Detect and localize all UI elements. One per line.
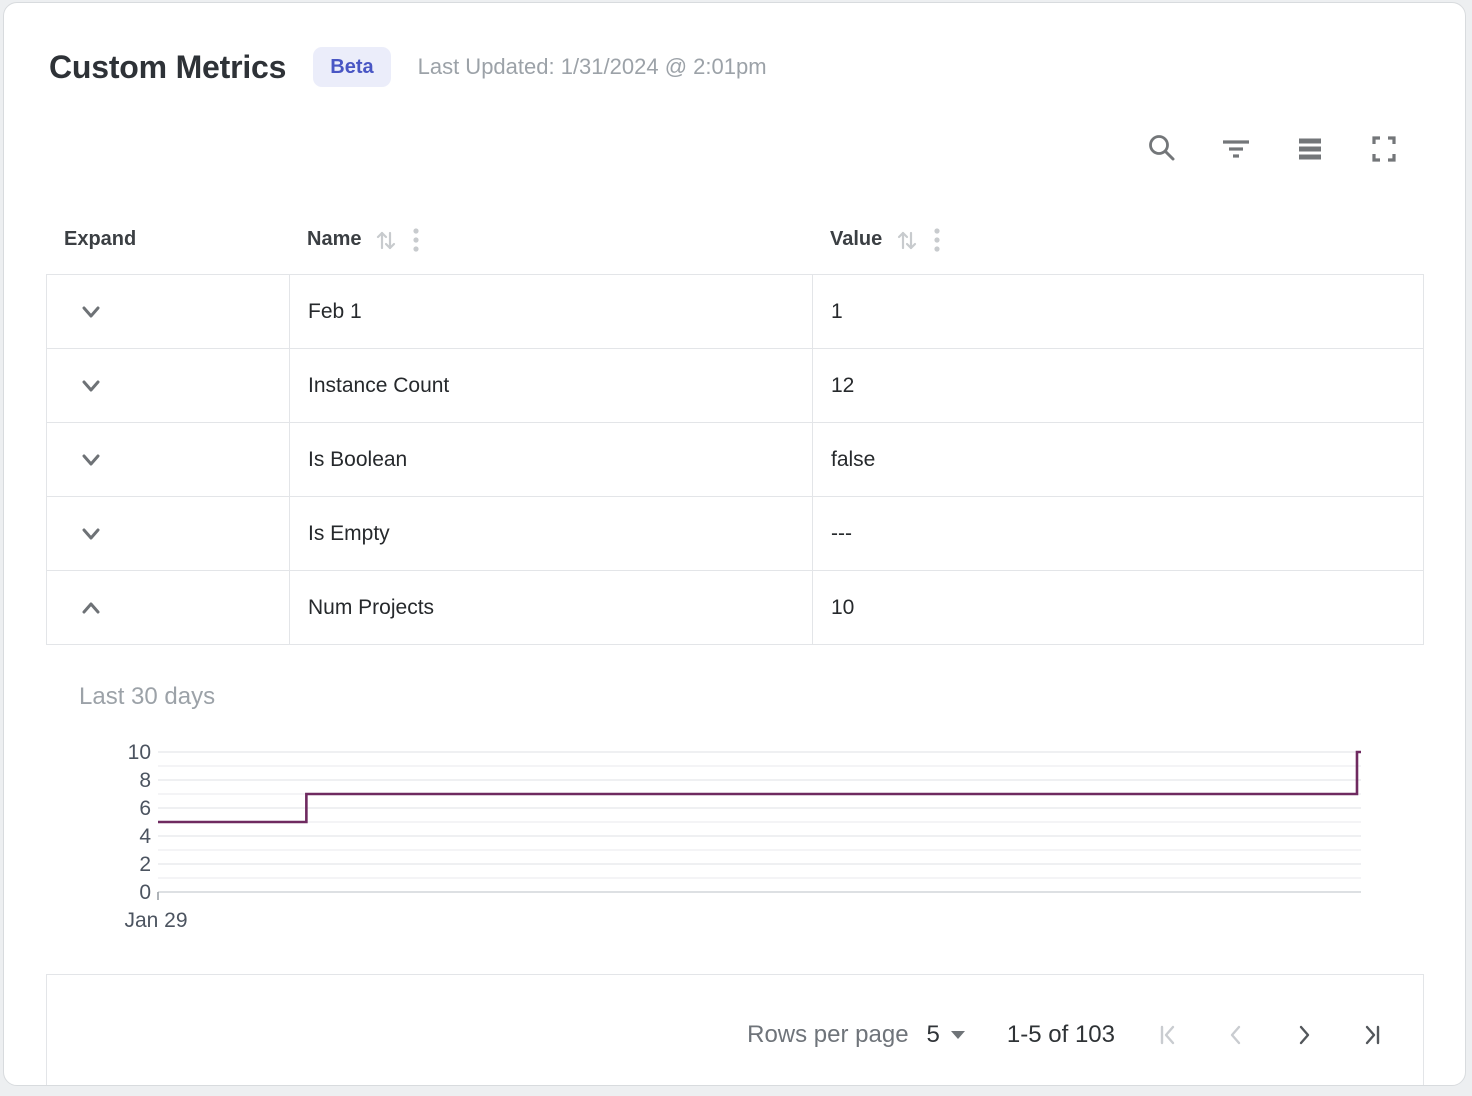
metric-name: Instance Count [308, 374, 449, 398]
pagination-range: 1-5 of 103 [1007, 1021, 1115, 1049]
expand-cell [47, 571, 290, 644]
value-cell: 12 [813, 349, 1423, 422]
kebab-menu-icon [932, 226, 942, 254]
chevron-up-icon [76, 593, 106, 623]
custom-metrics-card: Custom Metrics Beta Last Updated: 1/31/2… [3, 2, 1466, 1086]
expand-cell [47, 423, 290, 496]
metric-name: Is Empty [308, 522, 390, 546]
metric-value: 10 [831, 596, 854, 620]
expand-row-button[interactable] [71, 514, 111, 554]
table-body: Feb 1 1 Instance Count 12 [46, 274, 1424, 645]
sort-value-button[interactable] [895, 226, 919, 254]
kebab-menu-icon [411, 226, 421, 254]
svg-text:6: 6 [139, 797, 151, 820]
density-button[interactable] [1293, 131, 1327, 167]
column-header-value[interactable]: Value [812, 226, 1424, 254]
density-icon [1293, 132, 1327, 166]
first-page-icon [1154, 1021, 1182, 1049]
first-page-button[interactable] [1153, 1020, 1183, 1050]
table-row: Is Boolean false [47, 422, 1423, 496]
sort-icon [895, 226, 919, 254]
column-header-name-label: Name [307, 228, 361, 251]
column-header-expand: Expand [46, 228, 289, 251]
name-cell: Num Projects [290, 571, 813, 644]
search-button[interactable] [1145, 131, 1179, 167]
table-row: Feb 1 1 [47, 275, 1423, 348]
sort-icon [374, 226, 398, 254]
chevron-down-icon [76, 445, 106, 475]
metric-name: Feb 1 [308, 300, 362, 324]
fullscreen-icon [1367, 132, 1401, 166]
last-updated-text: Last Updated: 1/31/2024 @ 2:01pm [418, 54, 767, 80]
table-toolbar [1145, 131, 1401, 167]
value-cell: 1 [813, 275, 1423, 348]
name-cell: Is Empty [290, 497, 813, 570]
table-header-row: Expand Name Value [46, 205, 1424, 274]
metric-name: Is Boolean [308, 448, 407, 472]
svg-text:0: 0 [139, 881, 151, 904]
fullscreen-button[interactable] [1367, 131, 1401, 167]
sort-name-button[interactable] [374, 226, 398, 254]
chevron-down-icon [76, 297, 106, 327]
value-cell: --- [813, 497, 1423, 570]
next-page-button[interactable] [1289, 1020, 1319, 1050]
expand-cell [47, 275, 290, 348]
table-row: Is Empty --- [47, 496, 1423, 570]
metric-value: false [831, 448, 875, 472]
column-header-value-label: Value [830, 228, 882, 251]
beta-badge: Beta [313, 47, 390, 87]
expand-cell [47, 497, 290, 570]
filter-icon [1219, 132, 1253, 166]
name-cell: Feb 1 [290, 275, 813, 348]
search-icon [1145, 132, 1179, 166]
column-menu-name-button[interactable] [411, 226, 421, 254]
last-page-icon [1358, 1021, 1386, 1049]
previous-page-button[interactable] [1221, 1020, 1251, 1050]
page-title: Custom Metrics [49, 49, 286, 86]
metric-value: 1 [831, 300, 843, 324]
last-page-button[interactable] [1357, 1020, 1387, 1050]
metric-value: 12 [831, 374, 854, 398]
filter-button[interactable] [1219, 131, 1253, 167]
page-header: Custom Metrics Beta Last Updated: 1/31/2… [49, 47, 767, 87]
svg-text:Jan 29: Jan 29 [124, 909, 187, 932]
chevron-down-icon [76, 519, 106, 549]
value-cell: 10 [813, 571, 1423, 644]
metric-name: Num Projects [308, 596, 434, 620]
column-menu-value-button[interactable] [932, 226, 942, 254]
metric-value: --- [831, 522, 852, 546]
pagination-bar: Rows per page 5 1-5 of 103 [46, 974, 1424, 1085]
column-header-expand-label: Expand [64, 228, 136, 251]
chevron-down-icon [76, 371, 106, 401]
svg-text:2: 2 [139, 853, 151, 876]
expand-row-button[interactable] [71, 588, 111, 628]
metric-history-chart: 0 2 4 6 8 10 Jan 29 [4, 736, 1465, 951]
chevron-left-icon [1222, 1021, 1250, 1049]
chart-title: Last 30 days [79, 683, 215, 711]
column-header-name[interactable]: Name [289, 226, 812, 254]
table-row: Num Projects 10 [47, 570, 1423, 644]
rows-per-page-label: Rows per page [747, 1021, 908, 1049]
svg-text:8: 8 [139, 769, 151, 792]
table-row: Instance Count 12 [47, 348, 1423, 422]
expand-row-button[interactable] [71, 366, 111, 406]
svg-text:10: 10 [128, 741, 151, 764]
rows-per-page-select[interactable]: 5 [909, 1021, 965, 1049]
expand-row-button[interactable] [71, 440, 111, 480]
chevron-down-icon [951, 1031, 965, 1039]
chevron-right-icon [1290, 1021, 1318, 1049]
rows-per-page-value: 5 [927, 1021, 940, 1049]
name-cell: Instance Count [290, 349, 813, 422]
expand-cell [47, 349, 290, 422]
value-cell: false [813, 423, 1423, 496]
svg-text:4: 4 [139, 825, 151, 848]
name-cell: Is Boolean [290, 423, 813, 496]
expand-row-button[interactable] [71, 292, 111, 332]
